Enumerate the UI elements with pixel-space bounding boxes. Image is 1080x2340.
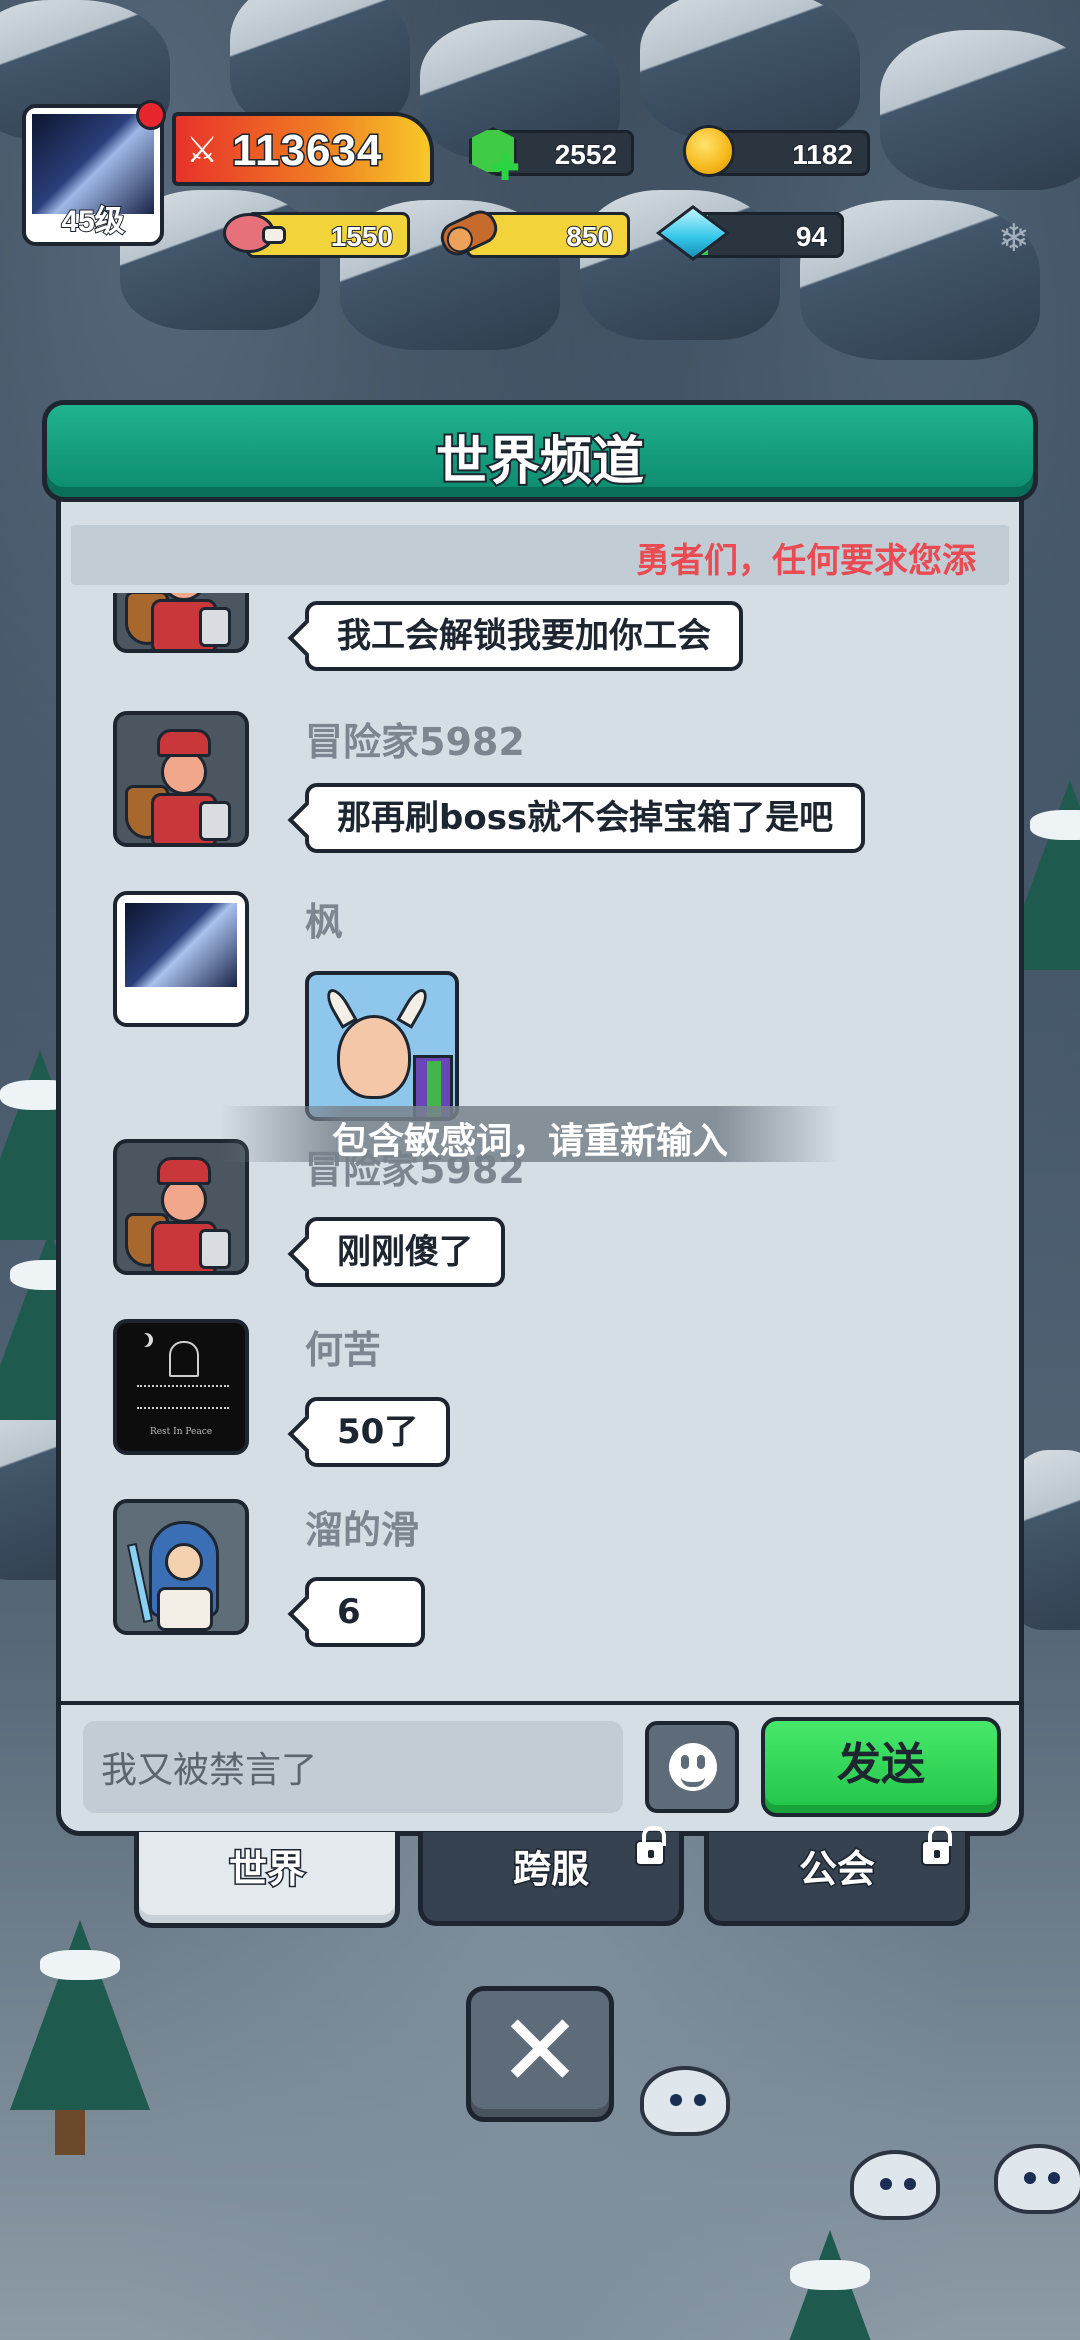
anime-avatar-art — [125, 903, 237, 987]
list-item: 我工会解锁我要加你工会 — [61, 593, 1019, 683]
wood-log-icon — [435, 204, 503, 262]
avatar[interactable] — [113, 1499, 249, 1635]
gems-value: 2552 — [554, 138, 618, 171]
gold-coin-icon — [680, 122, 738, 180]
message-bubble: 刚刚傻了 — [305, 1217, 505, 1287]
lock-icon — [921, 1826, 952, 1866]
notice-marquee: 勇者们，任何要求您添 — [71, 525, 1009, 585]
power-display: ⚔ 113634 — [172, 112, 434, 186]
crossed-swords-icon: ⚔ — [186, 130, 219, 171]
sticker-image[interactable] — [305, 971, 459, 1121]
crystal-counter[interactable]: 94 — [655, 205, 844, 261]
notification-dot — [136, 100, 166, 130]
close-button[interactable]: ✕ — [466, 1986, 614, 2122]
warrior-avatar-art — [117, 593, 245, 649]
wood-counter[interactable]: 850 — [435, 205, 630, 261]
tab-label: 公会 — [797, 1846, 876, 1893]
green-gem-icon: ✚ — [464, 122, 522, 189]
sender-name: 何苦 — [305, 1328, 382, 1372]
power-value: 113634 — [230, 125, 383, 177]
panel-header: 世界频道 — [42, 400, 1038, 502]
close-icon: ✕ — [498, 1992, 582, 2109]
sender-name: 枫 — [305, 900, 344, 944]
sender-name: 冒险家5982 — [305, 720, 525, 764]
list-item: 溜的滑 6 — [61, 1499, 1019, 1659]
crystal-value: 94 — [795, 220, 828, 253]
tab-world[interactable]: 世界 — [134, 1832, 400, 1928]
meat-counter[interactable]: 1550 — [220, 212, 410, 258]
tab-label: 跨服 — [511, 1846, 590, 1893]
lock-icon — [635, 1826, 666, 1866]
notice-text: 勇者们，任何要求您添 — [636, 541, 976, 581]
avatar[interactable]: Rest In Peace — [113, 1319, 249, 1455]
toast-text: 包含敏感词，请重新输入 — [331, 1121, 728, 1162]
page-title: 世界频道 — [434, 430, 646, 494]
player-level: 45级 — [60, 204, 125, 239]
chat-input-bar: 发送 — [61, 1701, 1019, 1831]
sender-name: 溜的滑 — [305, 1508, 420, 1552]
gold-value: 1182 — [791, 138, 854, 171]
message-bubble: 50了 — [305, 1397, 451, 1467]
plus-icon: ✚ — [490, 148, 521, 189]
avatar[interactable] — [113, 711, 249, 847]
tab-cross-server[interactable]: 跨服 — [418, 1826, 684, 1926]
list-item: 枫 — [61, 891, 1019, 1121]
gems-counter[interactable]: 2552 ✚ — [464, 127, 634, 189]
avatar[interactable] — [113, 593, 249, 653]
send-button[interactable]: 发送 — [761, 1717, 1001, 1817]
emoji-button[interactable] — [645, 1721, 739, 1813]
snowflake-icon: ❄ — [998, 216, 1030, 260]
tab-label: 世界 — [227, 1846, 306, 1893]
gold-counter[interactable]: 1182 — [680, 125, 870, 177]
meat-icon — [220, 204, 286, 262]
message-bubble: 6 — [305, 1577, 425, 1647]
warrior-avatar-art — [117, 715, 245, 843]
crystal-icon — [655, 204, 731, 262]
toast-message: 包含敏感词，请重新输入 — [220, 1106, 840, 1162]
tab-guild[interactable]: 公会 — [704, 1826, 970, 1926]
gravestone-avatar-art: Rest In Peace — [117, 1323, 245, 1451]
message-bubble: 那再刷boss就不会掉宝箱了是吧 — [305, 783, 866, 853]
wood-value: 850 — [565, 220, 614, 253]
avatar[interactable] — [113, 891, 249, 1027]
meat-value: 1550 — [330, 220, 394, 253]
list-item: 冒险家5982 那再刷boss就不会掉宝箱了是吧 — [61, 711, 1019, 871]
list-item: Rest In Peace 何苦 50了 — [61, 1319, 1019, 1479]
message-bubble: 我工会解锁我要加你工会 — [305, 601, 743, 671]
chat-input[interactable] — [83, 1721, 623, 1813]
